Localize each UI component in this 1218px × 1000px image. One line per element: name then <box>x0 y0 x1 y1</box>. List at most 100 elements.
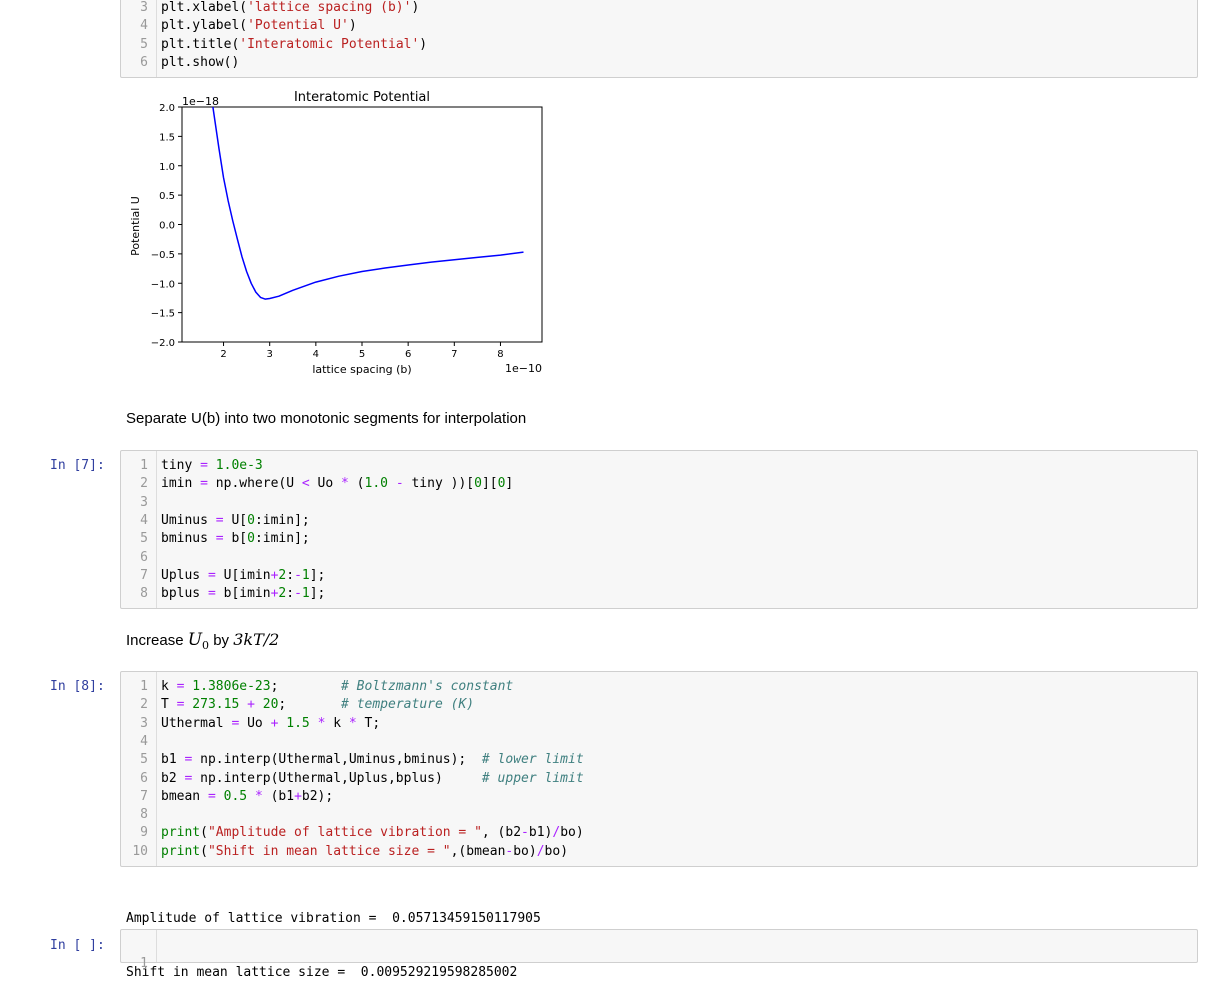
code-token: 1.3806e-23 <box>184 679 271 694</box>
code-token: np.interp(Uthermal,Uplus,bplus) <box>192 770 482 786</box>
plot-axes-frame <box>181 106 543 343</box>
code-token: / <box>536 843 545 859</box>
y-offset-label: 1e−18 <box>182 95 219 108</box>
code-text: plt.ylabel('Potential U') <box>161 17 357 35</box>
code-token: ( <box>200 843 208 859</box>
code-token: plt.show() <box>161 54 240 70</box>
line-number: 9 <box>140 825 148 841</box>
line-number: 1 <box>140 458 148 473</box>
code-token: 273.15 <box>184 697 240 713</box>
code-text: plt.xlabel('lattice spacing (b)') <box>161 0 419 17</box>
code-token: ; <box>278 697 342 713</box>
code-text: Uthermal = Uo + 1.5 * k * T; <box>161 715 380 733</box>
code-token: = <box>200 476 208 492</box>
x-axis-ticks: 2 3 4 5 6 7 8 <box>220 342 504 360</box>
math-expression: 3kT/2 <box>233 630 280 649</box>
code-token: bmean <box>161 788 208 804</box>
code-token: plt.xlabel( <box>161 0 248 15</box>
markdown-segment-note: Separate U(b) into two monotonic segment… <box>126 410 527 427</box>
code-token: bo) <box>513 843 537 859</box>
code-cell-plot[interactable]: 3 plt.xlabel('lattice spacing (b)') 4 plt.y… <box>120 0 1198 78</box>
line-number: 3 <box>140 494 148 510</box>
x-tick-label: 3 <box>267 349 273 360</box>
code-token: bo) <box>560 825 584 841</box>
code-text: bplus = b[imin+2:-1]; <box>161 585 325 603</box>
line-number: 1 <box>140 956 148 971</box>
code-cell-empty[interactable]: 1 <box>120 929 1198 971</box>
output-line-amplitude: Amplitude of lattice vibration = 0.05713… <box>126 911 541 926</box>
code-token: print <box>161 843 201 859</box>
line-number: 5 <box>140 752 148 768</box>
y-tick-label: −2.0 <box>151 338 175 349</box>
math-var-u: U <box>187 630 203 650</box>
code-token: b1 <box>161 752 185 768</box>
code-token: ( <box>348 476 365 492</box>
math-subscript: 0 <box>202 639 210 652</box>
code-token: 'lattice spacing (b)' <box>247 0 412 15</box>
x-tick-label: 6 <box>405 349 411 360</box>
code-token: tiny <box>161 458 201 473</box>
code-text: b2 = np.interp(Uthermal,Uplus,bplus) # u… <box>161 770 584 788</box>
code-token: < <box>301 476 310 492</box>
code-token: b1) <box>528 825 553 841</box>
code-token: U[ <box>223 512 248 528</box>
x-offset-label: 1e−10 <box>505 362 542 375</box>
code-token: bplus <box>161 586 208 602</box>
code-token: bminus <box>161 531 216 547</box>
code-line[interactable]: 1 <box>121 937 152 971</box>
code-token: = <box>207 567 216 583</box>
code-token: b2); <box>301 788 334 804</box>
line-number: 4 <box>140 733 148 749</box>
line-number: 2 <box>140 476 148 492</box>
code-text: k = 1.3806e-23; # Boltzmann's constant <box>161 678 513 696</box>
code-text: tiny = 1.0e-3 <box>161 457 263 475</box>
code-token: = <box>207 788 216 804</box>
code-token: 20 <box>254 697 279 713</box>
y-tick-label: 0.5 <box>159 191 175 202</box>
line-number: 2 <box>140 697 148 713</box>
y-tick-label: −1.0 <box>151 279 175 290</box>
line-number: 8 <box>140 586 148 602</box>
code-token: - <box>395 476 404 492</box>
code-cell-8[interactable]: 1k = 1.3806e-23; # Boltzmann's constant 2… <box>120 671 1198 867</box>
code-token: = <box>200 458 208 473</box>
code-token: "Amplitude of lattice vibration = " <box>207 825 482 841</box>
code-token: b[imin <box>215 586 271 602</box>
code-text: plt.title('Interatomic Potential') <box>161 36 427 54</box>
code-token: U[imin <box>215 567 271 583</box>
y-axis-label: Potential U <box>129 196 142 256</box>
markdown-text-mid: by <box>209 632 234 649</box>
code-token: * <box>341 476 349 492</box>
code-token: 0.5 <box>215 788 248 804</box>
x-tick-label: 4 <box>313 349 319 360</box>
line-number: 4 <box>140 512 148 528</box>
y-tick-label: 1.0 <box>159 162 175 173</box>
code-token: :imin]; <box>254 531 310 547</box>
line-number: 6 <box>140 549 148 565</box>
code-token: = <box>215 531 224 547</box>
line-number: 7 <box>140 567 148 583</box>
line-number: 1 <box>140 679 148 694</box>
code-cell-7[interactable]: 1 tiny = 1.0e-3 2 imin = np.where(U < Uo * … <box>120 450 1198 609</box>
code-token: :imin]; <box>254 512 310 528</box>
code-token: - <box>521 825 529 841</box>
code-token: np.interp(Uthermal,Uminus,bminus); <box>192 752 482 768</box>
code-token: 1 <box>301 586 310 602</box>
code-text: Uminus = U[0:imin]; <box>161 512 310 530</box>
line-number: 6 <box>140 770 148 786</box>
code-token: bo) <box>544 843 569 859</box>
line-number: 6 <box>140 54 148 70</box>
code-token: ( <box>200 825 208 841</box>
x-tick-label: 8 <box>497 349 503 360</box>
y-tick-label: −1.5 <box>151 309 175 320</box>
y-tick-label: 1.5 <box>159 132 175 143</box>
code-token: 1 <box>301 567 310 583</box>
code-token: , (b2 <box>481 825 522 841</box>
code-token: ] <box>505 476 514 492</box>
code-token: ][ <box>481 476 498 492</box>
code-token: Uminus <box>161 512 216 528</box>
code-token: tiny ))[ <box>403 476 475 492</box>
code-token: 'Potential U' <box>247 18 349 34</box>
